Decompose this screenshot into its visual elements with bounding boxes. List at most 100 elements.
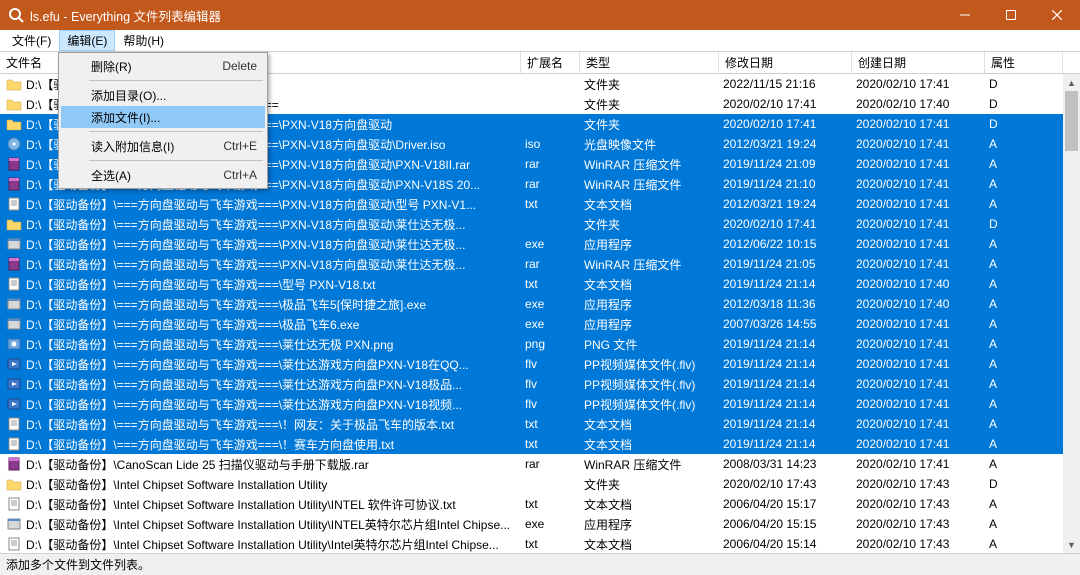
column-header-mod[interactable]: 修改日期 xyxy=(719,52,852,73)
cell-ext: rar xyxy=(521,174,580,194)
table-row[interactable]: D:\【驱动备份】\Intel Chipset Software Install… xyxy=(0,474,1080,494)
table-row[interactable]: D:\【驱动备份】\===方向盘驱动与飞车游戏===\型号 PXN-V18.tx… xyxy=(0,274,1080,294)
cell-type: PNG 文件 xyxy=(580,334,719,354)
cell-mod: 2012/03/21 19:24 xyxy=(719,134,852,154)
cell-attr: A xyxy=(985,414,1063,434)
column-header-type[interactable]: 类型 xyxy=(580,52,719,73)
cell-name: D:\【驱动备份】\Intel Chipset Software Install… xyxy=(0,474,521,494)
cell-cre: 2020/02/10 17:41 xyxy=(852,134,985,154)
cell-ext: png xyxy=(521,334,580,354)
table-row[interactable]: D:\【驱动备份】\Intel Chipset Software Install… xyxy=(0,514,1080,534)
menu-item-shortcut: Ctrl+A xyxy=(223,168,257,182)
table-row[interactable]: D:\【驱动备份】\Intel Chipset Software Install… xyxy=(0,534,1080,553)
menu-file[interactable]: 文件(F) xyxy=(4,30,59,51)
scroll-down-arrow[interactable]: ▼ xyxy=(1063,536,1080,553)
menu-item-label: 全选(A) xyxy=(91,167,131,184)
cell-ext: flv xyxy=(521,374,580,394)
cell-name: D:\【驱动备份】\===方向盘驱动与飞车游戏===\PXN-V18方向盘驱动\… xyxy=(0,214,521,234)
vertical-scrollbar[interactable]: ▲ ▼ xyxy=(1063,74,1080,553)
cell-attr: A xyxy=(985,294,1063,314)
exe-icon xyxy=(6,316,22,332)
menu-item[interactable]: 添加文件(I)... xyxy=(61,106,265,128)
cell-attr: A xyxy=(985,514,1063,534)
menu-item-label: 添加目录(O)... xyxy=(91,87,166,104)
table-row[interactable]: D:\【驱动备份】\===方向盘驱动与飞车游戏===\莱仕达游戏方向盘PXN-V… xyxy=(0,354,1080,374)
table-row[interactable]: D:\【驱动备份】\===方向盘驱动与飞车游戏===\PXN-V18方向盘驱动\… xyxy=(0,254,1080,274)
table-row[interactable]: D:\【驱动备份】\===方向盘驱动与飞车游戏===\莱仕达游戏方向盘PXN-V… xyxy=(0,394,1080,414)
cell-ext: flv xyxy=(521,354,580,374)
cell-ext: txt xyxy=(521,274,580,294)
cell-attr: D xyxy=(985,94,1063,114)
cell-ext: txt xyxy=(521,534,580,553)
cell-type: PP视频媒体文件(.flv) xyxy=(580,354,719,374)
cell-ext: txt xyxy=(521,414,580,434)
cell-cre: 2020/02/10 17:41 xyxy=(852,74,985,94)
cell-ext xyxy=(521,214,580,234)
cell-cre: 2020/02/10 17:41 xyxy=(852,214,985,234)
table-row[interactable]: D:\【驱动备份】\===方向盘驱动与飞车游戏===\！赛车方向盘使用.txtt… xyxy=(0,434,1080,454)
table-row[interactable]: D:\【驱动备份】\Intel Chipset Software Install… xyxy=(0,494,1080,514)
column-header-attr[interactable]: 属性 xyxy=(985,52,1063,73)
txt-icon xyxy=(6,276,22,292)
table-row[interactable]: D:\【驱动备份】\===方向盘驱动与飞车游戏===\PXN-V18方向盘驱动\… xyxy=(0,234,1080,254)
txt-icon xyxy=(6,196,22,212)
scroll-thumb[interactable] xyxy=(1065,91,1078,151)
file-name: D:\【驱动备份】\===方向盘驱动与飞车游戏===\莱仕达游戏方向盘PXN-V… xyxy=(26,396,462,413)
status-bar: 添加多个文件到文件列表。 xyxy=(0,553,1080,575)
cell-attr: A xyxy=(985,314,1063,334)
cell-mod: 2019/11/24 21:10 xyxy=(719,174,852,194)
menu-help[interactable]: 帮助(H) xyxy=(115,30,172,51)
table-row[interactable]: D:\【驱动备份】\===方向盘驱动与飞车游戏===\莱仕达游戏方向盘PXN-V… xyxy=(0,374,1080,394)
menu-item[interactable]: 添加目录(O)... xyxy=(61,84,265,106)
flv-icon xyxy=(6,376,22,392)
menu-item[interactable]: 删除(R)Delete xyxy=(61,55,265,77)
cell-name: D:\【驱动备份】\===方向盘驱动与飞车游戏===\PXN-V18方向盘驱动\… xyxy=(0,194,521,214)
cell-type: 文本文档 xyxy=(580,274,719,294)
cell-cre: 2020/02/10 17:41 xyxy=(852,414,985,434)
cell-attr: A xyxy=(985,334,1063,354)
cell-attr: A xyxy=(985,134,1063,154)
exe-icon xyxy=(6,236,22,252)
table-row[interactable]: D:\【驱动备份】\===方向盘驱动与飞车游戏===\极品飞车5[保时捷之旅].… xyxy=(0,294,1080,314)
rar-icon xyxy=(6,156,22,172)
file-name: D:\【驱动备份】\===方向盘驱动与飞车游戏===\PXN-V18方向盘驱动\… xyxy=(26,236,465,253)
cell-type: 应用程序 xyxy=(580,514,719,534)
menu-item-shortcut: Ctrl+E xyxy=(223,139,257,153)
table-row[interactable]: D:\【驱动备份】\===方向盘驱动与飞车游戏===\莱仕达无极 PXN.png… xyxy=(0,334,1080,354)
iso-icon xyxy=(6,136,22,152)
table-row[interactable]: D:\【驱动备份】\===方向盘驱动与飞车游戏===\！网友：关于极品飞车的版本… xyxy=(0,414,1080,434)
cell-mod: 2007/03/26 14:55 xyxy=(719,314,852,334)
scroll-up-arrow[interactable]: ▲ xyxy=(1063,74,1080,91)
cell-ext: txt xyxy=(521,494,580,514)
maximize-icon xyxy=(1006,10,1016,20)
cell-name: D:\【驱动备份】\Intel Chipset Software Install… xyxy=(0,514,521,534)
cell-cre: 2020/02/10 17:43 xyxy=(852,494,985,514)
cell-mod: 2006/04/20 15:14 xyxy=(719,534,852,553)
cell-name: D:\【驱动备份】\===方向盘驱动与飞车游戏===\莱仕达游戏方向盘PXN-V… xyxy=(0,374,521,394)
minimize-button[interactable] xyxy=(942,0,988,30)
cell-attr: A xyxy=(985,254,1063,274)
table-row[interactable]: D:\【驱动备份】\===方向盘驱动与飞车游戏===\PXN-V18方向盘驱动\… xyxy=(0,214,1080,234)
cell-ext xyxy=(521,474,580,494)
column-header-ext[interactable]: 扩展名 xyxy=(521,52,580,73)
cell-mod: 2008/03/31 14:23 xyxy=(719,454,852,474)
cell-cre: 2020/02/10 17:43 xyxy=(852,534,985,553)
table-row[interactable]: D:\【驱动备份】\CanoScan Lide 25 扫描仪驱动与手册下载版.r… xyxy=(0,454,1080,474)
column-header-cre[interactable]: 创建日期 xyxy=(852,52,985,73)
cell-cre: 2020/02/10 17:41 xyxy=(852,194,985,214)
table-row[interactable]: D:\【驱动备份】\===方向盘驱动与飞车游戏===\极品飞车6.exeexe应… xyxy=(0,314,1080,334)
menu-edit[interactable]: 编辑(E) xyxy=(59,30,115,51)
table-row[interactable]: D:\【驱动备份】\===方向盘驱动与飞车游戏===\PXN-V18方向盘驱动\… xyxy=(0,194,1080,214)
menu-item-label: 删除(R) xyxy=(91,58,132,75)
menu-item[interactable]: 全选(A) Ctrl+A xyxy=(61,164,265,186)
cell-cre: 2020/02/10 17:41 xyxy=(852,114,985,134)
cell-cre: 2020/02/10 17:43 xyxy=(852,514,985,534)
cell-cre: 2020/02/10 17:41 xyxy=(852,394,985,414)
menu-item[interactable]: 读入附加信息(I)Ctrl+E xyxy=(61,135,265,157)
cell-mod: 2012/06/22 10:15 xyxy=(719,234,852,254)
close-button[interactable] xyxy=(1034,0,1080,30)
cell-name: D:\【驱动备份】\===方向盘驱动与飞车游戏===\极品飞车5[保时捷之旅].… xyxy=(0,294,521,314)
maximize-button[interactable] xyxy=(988,0,1034,30)
txt-icon xyxy=(6,436,22,452)
cell-cre: 2020/02/10 17:41 xyxy=(852,354,985,374)
